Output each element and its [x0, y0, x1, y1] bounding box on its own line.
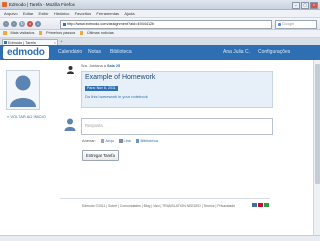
attach-file-button[interactable]: Arqu	[100, 138, 114, 143]
nav-calendar[interactable]: Calendário	[58, 45, 82, 60]
teacher-icon	[67, 66, 74, 74]
due-date-badge: Para: Nov 6, 2011	[85, 86, 118, 91]
search-bar[interactable]: Google	[275, 20, 317, 29]
window-title-bar: Edmodo | Tarefa - Mozilla Firefox – ▢ ×	[0, 0, 320, 10]
bookmark-ultimas-noticias[interactable]: Últimas notícias	[79, 30, 114, 37]
close-window-button[interactable]: ×	[310, 1, 318, 9]
menu-item-favoritos[interactable]: Favoritos	[75, 10, 91, 17]
stop-icon[interactable]: ×	[27, 20, 33, 27]
firefox-icon	[2, 2, 7, 7]
navigation-toolbar: ‹ › ↻ × ⌂ http://www.edmodo.com/assignme…	[0, 18, 320, 30]
minimize-button[interactable]: –	[292, 1, 300, 9]
rss-icon	[79, 31, 83, 35]
window-title: Edmodo | Tarefa - Mozilla Firefox	[9, 1, 75, 7]
flag-en-icon[interactable]	[252, 203, 257, 207]
reply-placeholder: Resposta	[85, 123, 103, 128]
back-to-home-link[interactable]: « VOLTAR AO INICIO	[7, 114, 46, 119]
link-icon	[119, 139, 123, 143]
language-flags	[252, 203, 269, 207]
nav-user[interactable]: Ana Julia C.	[223, 45, 250, 60]
forward-icon[interactable]: ›	[11, 20, 17, 27]
user-silhouette-icon	[10, 75, 36, 107]
menu-item-ajuda[interactable]: Ajuda	[124, 10, 134, 17]
footer-links[interactable]: Edmodo ©2011 | Sobre | Comunidades | Blo…	[82, 204, 235, 208]
maximize-button[interactable]: ▢	[301, 1, 309, 9]
nav-settings[interactable]: Configurações	[258, 45, 290, 60]
menu-item-ferramentas[interactable]: Ferramentas	[96, 10, 119, 17]
bookmark-icon	[3, 31, 7, 35]
google-icon	[277, 22, 281, 26]
address-bar[interactable]: http://www.edmodo.com/assignment?aid=494…	[60, 20, 272, 29]
home-icon[interactable]: ⌂	[35, 20, 41, 27]
bookmarks-bar: Mais visitados Primeiros passos Últimas …	[0, 30, 320, 38]
attach-row: Anexar: Arqu Link Biblioteca	[82, 138, 158, 143]
assignment-title: Example of Homework	[85, 74, 156, 81]
back-icon[interactable]: ‹	[3, 20, 9, 27]
scrollbar-thumb[interactable]	[315, 64, 320, 184]
edmodo-favicon-icon	[4, 41, 7, 45]
nav-notes[interactable]: Notas	[88, 45, 101, 60]
menu-item-exibir[interactable]: Exibir	[39, 10, 49, 17]
menu-item-editar[interactable]: Editar	[23, 10, 33, 17]
attach-label: Anexar:	[82, 138, 96, 143]
edmodo-logo[interactable]: edmodo	[3, 46, 49, 59]
nav-library[interactable]: Biblioteca	[110, 45, 132, 60]
bookmark-icon	[38, 31, 43, 35]
attach-link-button[interactable]: Link	[119, 138, 131, 143]
post-sender: Sra. Jordana a Sala 25	[81, 64, 121, 68]
student-avatar-icon	[64, 118, 76, 131]
flag-pt-icon[interactable]	[264, 203, 269, 207]
bookmark-primeiros-passos[interactable]: Primeiros passos	[38, 30, 75, 37]
edmodo-header: edmodo Calendário Notas Biblioteca Ana J…	[0, 45, 320, 60]
reload-icon[interactable]: ↻	[19, 20, 25, 27]
reply-input[interactable]: Resposta	[81, 118, 273, 135]
menu-item-historico[interactable]: Histórico	[54, 10, 70, 17]
submit-assignment-button[interactable]: Entregar Tarefa	[82, 150, 119, 161]
recipient-group-link[interactable]: Sala 25	[107, 64, 120, 68]
address-url: http://www.edmodo.com/assignment?aid=494…	[67, 22, 155, 26]
library-icon	[135, 139, 140, 143]
profile-avatar	[6, 70, 40, 110]
flag-es-icon[interactable]	[258, 203, 263, 207]
file-icon	[100, 139, 105, 143]
new-tab-icon[interactable]: +	[60, 39, 66, 44]
search-placeholder: Google	[282, 22, 295, 26]
assignment-card: Example of Homework Para: Nov 6, 2011 Do…	[81, 71, 273, 108]
assignment-description: Do this homework in your notebook	[85, 94, 148, 99]
menu-bar: Arquivo Editar Exibir Histórico Favorito…	[0, 10, 320, 18]
menu-item-arquivo[interactable]: Arquivo	[4, 10, 18, 17]
footer-divider	[60, 198, 270, 199]
attach-library-button[interactable]: Biblioteca	[135, 138, 158, 143]
bookmark-mais-visitados[interactable]: Mais visitados	[3, 30, 34, 37]
site-favicon-icon	[62, 22, 66, 26]
status-bar	[0, 235, 320, 241]
page-scrollbar[interactable]	[313, 60, 320, 235]
